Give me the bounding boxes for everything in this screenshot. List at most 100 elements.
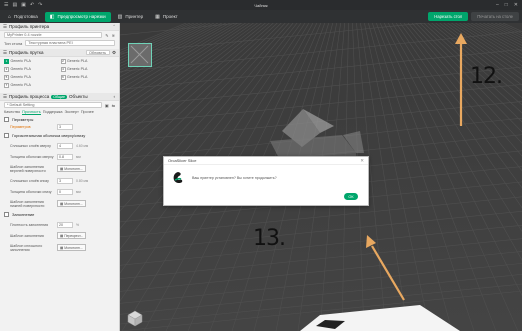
prepare-icon: ⌂ — [8, 13, 12, 20]
title-bar: ☰ ▤ ▣ ↶ ↷ Чайник – □ ✕ — [0, 0, 522, 10]
orca-logo-icon — [173, 172, 183, 184]
global-toggle[interactable]: Общие — [51, 94, 68, 99]
pattern-icon: ▦ — [60, 233, 64, 238]
view-cube-icon[interactable] — [126, 309, 144, 327]
compare-icon[interactable]: ⇆ — [112, 103, 115, 108]
tab-prepare[interactable]: ⌂ Подготовка — [3, 12, 43, 22]
filament-color-swatch[interactable]: 1 — [4, 58, 9, 64]
param-row-top-pattern: Шаблон заполнения верхней поверхности ▦ … — [0, 162, 119, 175]
window-controls: – □ ✕ — [496, 2, 518, 8]
project-icon: ▦ — [155, 13, 160, 20]
subtab-quality[interactable]: Качество — [4, 110, 20, 115]
tab-preview[interactable]: ◧ Предпросмотр нарезки — [44, 11, 111, 22]
top-pattern-select[interactable]: ▦ Монотонн... — [57, 165, 86, 172]
filament-row: 3 Generic PLA 4 Generic PLA — [0, 65, 119, 73]
redo-icon[interactable]: ↷ — [38, 2, 42, 8]
filament-color-swatch[interactable]: 2 — [60, 58, 66, 64]
process-preset-select[interactable]: * Default Setting — [4, 102, 102, 108]
filament-item[interactable]: 3 Generic PLA — [4, 66, 59, 72]
plate-row: Тип стола Текстурная пластина PEI — [0, 39, 119, 47]
filament-color-swatch[interactable]: 7 — [4, 82, 9, 88]
undo-icon[interactable]: ↶ — [30, 2, 34, 8]
save-preset-icon[interactable]: ▣ — [105, 103, 109, 108]
filament-sync-button[interactable]: Обновить — [85, 50, 110, 55]
param-row-bottom-pattern: Шаблон заполнения нижней поверхности ▦ М… — [0, 197, 119, 210]
pattern-icon: ▦ — [60, 245, 64, 250]
close-icon[interactable]: ✕ — [514, 2, 518, 8]
dialog-body: Ваш принтер установлен? Вы хотите продол… — [164, 165, 368, 191]
filament-item[interactable]: 7 Generic PLA — [4, 82, 59, 88]
settings-icon[interactable]: ⚙ — [112, 50, 116, 56]
filament-item[interactable]: 6 Generic PLA — [60, 74, 116, 80]
param-row-bottom-thickness: Толщина оболочки снизу 0 мм — [10, 188, 81, 195]
plate-type-select[interactable]: Текстурная пластина PEI — [25, 40, 115, 46]
advanced-toggle-icon[interactable]: ◐ — [113, 94, 116, 99]
filament-color-swatch[interactable]: 3 — [4, 66, 9, 72]
slice-dialog: OrcaSlicer Slice ✕ Ваш принтер установле… — [163, 156, 369, 206]
shells-group-icon — [4, 133, 9, 138]
edit-icon[interactable]: ✎ — [105, 33, 108, 38]
bottom-layers-input[interactable]: 3 — [57, 177, 73, 184]
minimize-icon[interactable]: – — [496, 2, 499, 8]
printer-section-icon: ☰ — [3, 23, 8, 29]
filament-item[interactable]: 1 Generic PLA — [4, 58, 59, 64]
filament-color-swatch[interactable]: 4 — [60, 66, 66, 72]
save-icon[interactable]: ▣ — [21, 2, 26, 8]
solid-pattern-select[interactable]: ▦ Монотонн... — [57, 244, 86, 251]
window-title: Чайник — [254, 2, 268, 8]
subtab-other[interactable]: Прочее — [81, 110, 94, 115]
walls-input[interactable]: 3 — [57, 124, 73, 130]
param-row-solid-pattern: Шаблон сплошного заполнения ▦ Монотонн..… — [0, 241, 119, 254]
filament-color-swatch[interactable]: 5 — [4, 74, 9, 80]
chevron-up-icon[interactable]: ⌃ — [112, 24, 116, 30]
subtab-support[interactable]: Поддержка — [43, 110, 63, 115]
tab-printer[interactable]: ▥ Принтер — [113, 12, 149, 22]
param-row-bottom-layers: Сплошных слоёв снизу 3 0.80 мм — [10, 177, 89, 184]
bottom-pattern-select[interactable]: ▦ Монотонн... — [57, 200, 86, 207]
annotation-label-13: 13. — [253, 226, 286, 251]
top-thickness-input[interactable]: 0.8 — [57, 153, 73, 160]
param-row-top-thickness: Толщина оболочки сверху 0.8 мм — [10, 153, 81, 160]
infill-pattern-select[interactable]: ▦ Перекрест... — [57, 232, 87, 239]
printer-icon: ▥ — [117, 13, 123, 20]
filament-row: 5 Generic PLA 6 Generic PLA — [0, 73, 119, 81]
filament-row: 1 Generic PLA 2 Generic PLA — [0, 57, 119, 65]
filament-color-swatch[interactable]: 6 — [60, 74, 66, 80]
param-row-infill-density: Плотность заполнения 20 % — [10, 221, 80, 228]
process-section-icon: ☰ — [3, 93, 8, 99]
wifi-icon[interactable]: ≋ — [112, 33, 115, 38]
dialog-ok-button[interactable]: ОК — [344, 193, 358, 200]
walls-group-icon — [4, 117, 9, 122]
process-preset-row: * Default Setting ▣ ⇆ — [0, 101, 119, 109]
app-menu-icon[interactable]: ☰ — [4, 2, 8, 8]
subtab-expert[interactable]: Эксперт — [65, 110, 79, 115]
maximize-icon[interactable]: □ — [505, 2, 508, 8]
slice-plate-button[interactable]: Нарезать стол — [428, 12, 469, 21]
shells-group-header: Горизонтальная оболочка сверху/снизу — [0, 131, 119, 140]
bottom-thickness-input[interactable]: 0 — [57, 188, 73, 195]
preview-icon: ◧ — [49, 13, 55, 20]
infill-group-icon — [4, 212, 9, 217]
walls-group-header: Периметры — [0, 116, 119, 123]
print-plate-button[interactable]: Печатать на столе — [471, 12, 519, 21]
settings-panel: ☰ Профиль принтера ⌃ MyPrinter 0.4 nozzl… — [0, 23, 120, 331]
printer-select[interactable]: MyPrinter 0.4 nozzle — [4, 32, 103, 38]
filament-item[interactable]: 2 Generic PLA — [60, 58, 116, 64]
process-section-header[interactable]: ☰ Профиль процесса Общие Объекты ◐ — [0, 93, 119, 101]
dialog-close-icon[interactable]: ✕ — [360, 158, 364, 164]
infill-group-header: Заполнение — [0, 210, 119, 219]
objects-toggle[interactable]: Объекты — [69, 94, 88, 99]
top-layers-input[interactable]: 4 — [57, 142, 73, 149]
tab-project[interactable]: ▦ Проект — [150, 12, 183, 22]
filament-section-icon: ☰ — [3, 49, 8, 55]
infill-density-input[interactable]: 20 — [57, 221, 73, 228]
filament-section-header[interactable]: ☰ Профиль прутка Обновить ⚙ — [0, 49, 119, 57]
filament-item[interactable]: 4 Generic PLA — [60, 66, 116, 72]
printer-section-header[interactable]: ☰ Профиль принтера ⌃ — [0, 23, 119, 31]
param-row-walls: Периметров 3 — [0, 123, 119, 131]
main-tab-bar: ⌂ Подготовка ◧ Предпросмотр нарезки ▥ Пр… — [0, 10, 522, 23]
filament-item[interactable]: 5 Generic PLA — [4, 74, 59, 80]
top-actions: Нарезать стол Печатать на столе — [428, 12, 519, 21]
file-icon[interactable]: ▤ — [12, 2, 17, 8]
subtab-strength[interactable]: Прочность — [22, 110, 41, 115]
